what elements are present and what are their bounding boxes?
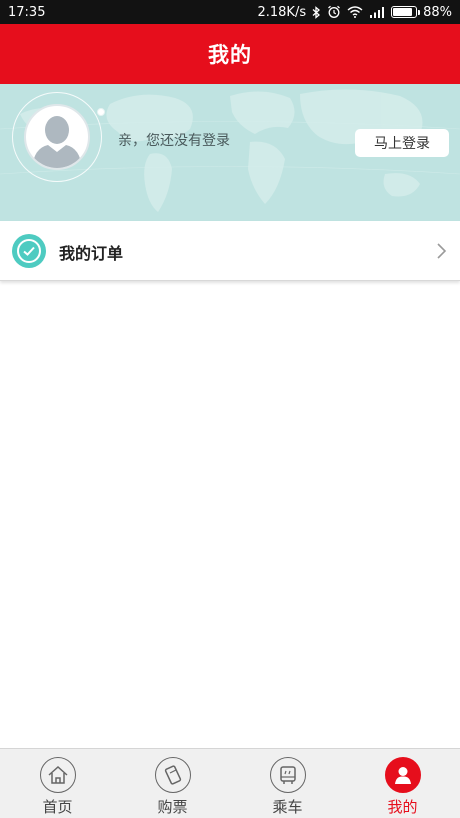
user-icon bbox=[384, 757, 421, 793]
tab-ride-label: 乘车 bbox=[272, 798, 303, 816]
check-circle-icon bbox=[12, 234, 46, 268]
wifi-icon bbox=[347, 6, 363, 18]
profile-banner: 亲，您还没有登录 马上登录 bbox=[0, 84, 460, 221]
ticket-icon bbox=[154, 757, 191, 793]
app-header: 我的 bbox=[0, 24, 460, 84]
battery-percent: 88% bbox=[423, 4, 452, 20]
bluetooth-icon bbox=[312, 5, 321, 19]
tab-home[interactable]: 首页 bbox=[0, 749, 115, 818]
status-bar: 17:35 2.18K/s 88% bbox=[0, 0, 460, 24]
battery-icon bbox=[391, 6, 421, 18]
default-user-icon bbox=[32, 116, 82, 168]
chevron-right-icon bbox=[436, 242, 448, 264]
login-prompt: 亲，您还没有登录 bbox=[118, 133, 230, 149]
avatar[interactable] bbox=[24, 104, 90, 170]
bus-icon bbox=[269, 757, 306, 793]
avatar-ring-dot bbox=[97, 108, 105, 116]
status-indicators: 2.18K/s 88% bbox=[257, 5, 452, 20]
signal-icon bbox=[369, 6, 385, 18]
bottom-tab-bar: 首页 购票 乘车 我的 bbox=[0, 748, 460, 818]
tab-mine-label: 我的 bbox=[387, 798, 418, 816]
my-orders-label: 我的订单 bbox=[59, 244, 124, 263]
battery-level bbox=[393, 8, 413, 16]
page-title: 我的 bbox=[208, 43, 252, 67]
network-speed: 2.18K/s bbox=[257, 4, 307, 20]
login-button[interactable]: 马上登录 bbox=[355, 129, 449, 157]
tab-ride[interactable]: 乘车 bbox=[230, 749, 345, 818]
my-orders-row[interactable]: 我的订单 bbox=[0, 221, 460, 281]
tab-mine[interactable]: 我的 bbox=[345, 749, 460, 818]
tab-tickets[interactable]: 购票 bbox=[115, 749, 230, 818]
alarm-icon bbox=[327, 5, 341, 19]
tab-tickets-label: 购票 bbox=[157, 798, 188, 816]
tab-home-label: 首页 bbox=[42, 798, 73, 816]
home-icon bbox=[39, 757, 76, 793]
status-time: 17:35 bbox=[8, 4, 46, 20]
